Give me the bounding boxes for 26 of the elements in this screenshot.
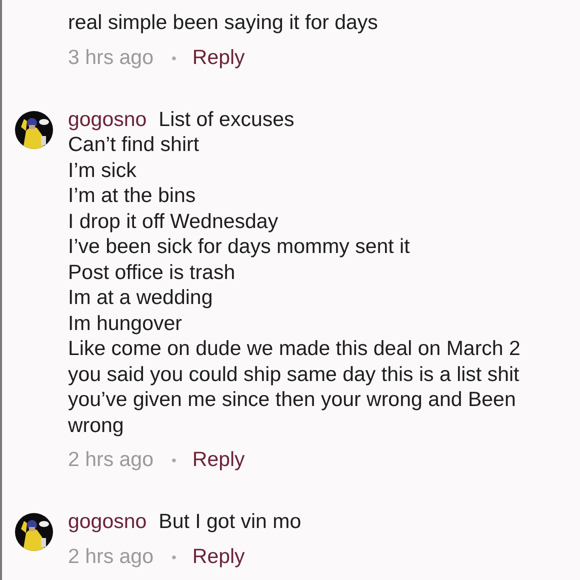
timestamp: 3 hrs ago <box>68 46 154 70</box>
timestamp: 2 hrs ago <box>68 544 154 568</box>
separator-dot: • <box>171 452 176 468</box>
comment-text: Can’t find shirt <box>68 132 200 158</box>
comment-text: Post office is trash <box>68 260 236 285</box>
comment-text: I’m at the bins <box>68 183 197 208</box>
username-link[interactable]: gogosno <box>68 510 147 533</box>
comment-text: you’ve given me since then your wrong and Been <box>68 387 517 412</box>
reply-link[interactable]: Reply <box>192 46 245 70</box>
comment-text: Im hungover <box>68 310 183 336</box>
comment-text: I drop it off Wednesday <box>68 208 280 234</box>
comment-text: Like come on dude we made this deal on March 2 <box>68 336 520 362</box>
comment-text: wrong <box>68 412 125 438</box>
comment-text: I’m sick <box>68 158 138 183</box>
separator-dot: • <box>171 50 176 66</box>
reply-link[interactable]: Reply <box>192 448 245 472</box>
comment-text: Im at a wedding <box>68 285 214 310</box>
separator-dot: • <box>171 548 176 564</box>
reply-link[interactable]: Reply <box>192 544 245 568</box>
username-link[interactable]: gogosno <box>68 108 147 130</box>
comment-text: real simple been saying it for days <box>68 10 379 36</box>
timestamp: 2 hrs ago <box>68 448 154 472</box>
comment-text: you said you could ship same day this is a list shit <box>68 362 520 387</box>
comment-text: List of excuses <box>158 108 294 130</box>
comment-text: I’ve been sick for days mommy sent it <box>68 234 411 260</box>
comment-text: But I got vin mo <box>158 510 302 533</box>
